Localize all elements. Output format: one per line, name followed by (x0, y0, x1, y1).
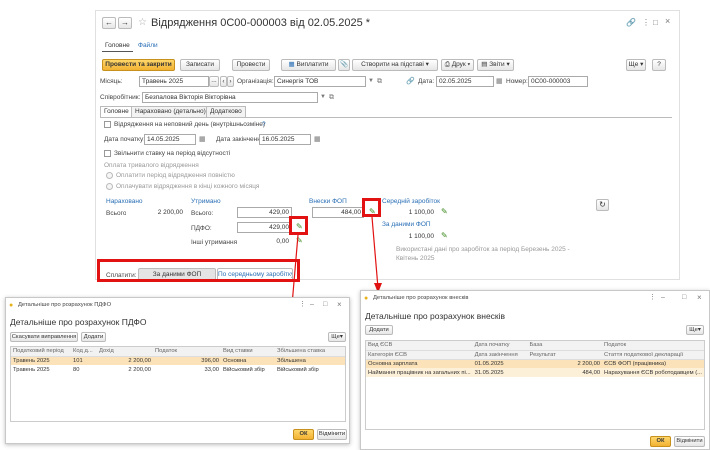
cell: Нарахування ЄСВ роботодавцем (... (602, 368, 704, 377)
col-declaration-item[interactable]: Стаття податкової декларації (602, 350, 704, 360)
contributions-dialog: ● Детальніше про розрахунок внесків ⋮ – … (360, 290, 710, 450)
cell: 396,00 (153, 356, 221, 365)
cell: 2 200,00 (128, 366, 151, 373)
ok-button[interactable]: ОК (650, 436, 671, 447)
cell: Травень 2025 (13, 366, 50, 373)
cell: 484,00 (527, 368, 603, 377)
ok-button[interactable]: ОК (293, 429, 314, 440)
cell: 33,00 (204, 366, 219, 373)
col-result[interactable]: Результат (527, 350, 603, 360)
pdfo-table: Податковий період Код д... Дохід Податок… (10, 346, 346, 422)
more-dots-icon[interactable]: ⋮ (299, 300, 306, 309)
arrow-to-pdfo (291, 234, 299, 306)
table-row[interactable]: Травень 2025 80 2 200,00 33,00 Військови… (11, 365, 345, 374)
table-row[interactable]: Основна зарплата 01.05.2025 2 200,00 ЄСВ… (366, 359, 704, 368)
cell: Військовий збір (223, 366, 265, 373)
cell: ЄСВ ФОП (працівника) (602, 359, 704, 368)
cancel-fix-button[interactable]: Скасувати виправлення (10, 332, 78, 342)
col-end-date[interactable]: Дата закінчення (472, 350, 528, 360)
col-rate-type[interactable]: Вид ставки (221, 347, 275, 357)
cell: 2 200,00 (97, 356, 153, 365)
cell: Наймання працівник на загальних пі... (366, 368, 473, 377)
table-header: Категорія ЄСВ Дата закінчення Результат … (366, 350, 704, 360)
cell: 2 200,00 (527, 359, 603, 368)
maximize-icon[interactable]: □ (323, 300, 327, 309)
chevron-down-icon: ▾ (697, 327, 701, 333)
cell: 101 (71, 356, 97, 365)
more-dots-icon[interactable]: ⋮ (649, 293, 656, 302)
add-button[interactable]: Додати (365, 325, 393, 335)
col-base[interactable]: База (527, 341, 603, 351)
table-row[interactable]: Травень 2025 101 2 200,00 396,00 Основна… (11, 356, 345, 365)
cell: Військовий збір (277, 366, 319, 373)
table-row[interactable]: Наймання працівник на загальних пі... 31… (366, 368, 704, 377)
minimize-icon[interactable]: – (310, 300, 314, 309)
col-esv-type[interactable]: Вид ЄСВ (366, 341, 473, 351)
cell: 31.05.2025 (472, 368, 528, 377)
cancel-button[interactable]: Відмінити (674, 436, 705, 447)
more-label: Ще (689, 327, 698, 333)
cell: Травень 2025 (11, 356, 71, 365)
pdfo-heading: Детальніше про розрахунок ПДФО (10, 317, 147, 327)
col-income[interactable]: Дохід (97, 347, 153, 357)
maximize-icon[interactable]: □ (682, 293, 686, 302)
cell: 80 (73, 366, 80, 373)
table-header: Податковий період Код д... Дохід Податок… (11, 347, 345, 357)
contrib-window-title: Детальніше про розрахунок внесків (373, 295, 469, 301)
col-tax[interactable]: Податок (602, 341, 704, 351)
table-header: Вид ЄСВ Дата початку База Податок (366, 341, 704, 351)
contrib-heading: Детальніше про розрахунок внесків (365, 311, 506, 321)
arrow-to-contrib (371, 216, 379, 289)
more-label: Ще (331, 334, 340, 340)
col-increased-rate[interactable]: Збільшена ставка (275, 347, 345, 357)
cancel-button[interactable]: Відмінити (317, 429, 347, 440)
app-logo-icon: ● (364, 295, 369, 302)
cell: Основна зарплата (366, 359, 473, 368)
cell: Збільшена (275, 356, 345, 365)
minimize-icon[interactable]: – (661, 293, 665, 302)
col-tax[interactable]: Податок (153, 347, 221, 357)
close-icon[interactable]: × (697, 293, 702, 302)
close-icon[interactable]: × (337, 300, 342, 309)
cell: Основна (221, 356, 275, 365)
col-period[interactable]: Податковий період (11, 347, 71, 357)
more-button[interactable]: Ще▾ (328, 332, 346, 342)
col-start-date[interactable]: Дата початку (472, 341, 528, 351)
add-button[interactable]: Додати (81, 332, 106, 342)
more-button[interactable]: Ще▾ (686, 325, 704, 335)
contrib-table: Вид ЄСВ Дата початку База Податок Катего… (365, 340, 705, 430)
col-esv-category[interactable]: Категорія ЄСВ (366, 350, 473, 360)
pdfo-dialog: ● Детальніше про розрахунок ПДФО ⋮ – □ ×… (5, 297, 350, 444)
app-logo-icon: ● (9, 302, 14, 309)
col-code[interactable]: Код д... (71, 347, 97, 357)
chevron-down-icon: ▾ (339, 334, 343, 340)
pdfo-window-title: Детальніше про розрахунок ПДФО (18, 302, 112, 308)
cell: 01.05.2025 (472, 359, 528, 368)
